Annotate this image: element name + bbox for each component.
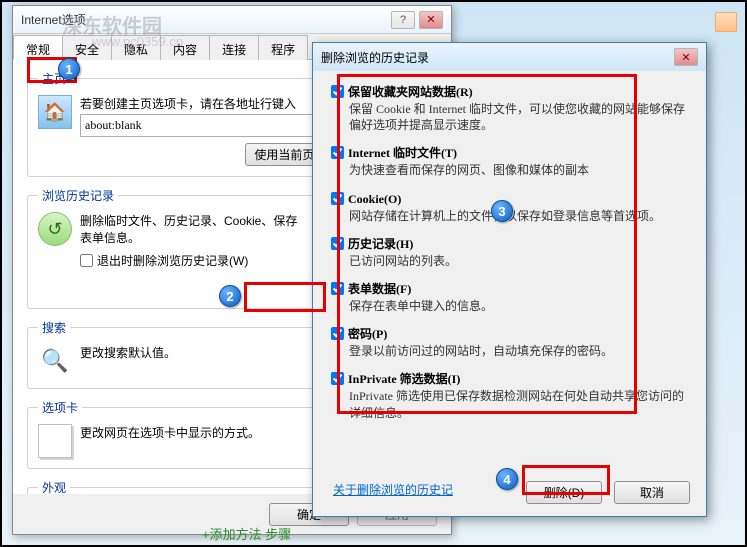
inprivate-checkbox[interactable] (331, 372, 344, 385)
home-icon: 🏠 (38, 95, 72, 129)
temp-files-checkbox[interactable] (331, 146, 344, 159)
confirm-delete-button[interactable]: 删除(D) (526, 481, 602, 504)
cookie-desc: 网站存储在计算机上的文件，以保存如登录信息等首选项。 (349, 208, 688, 224)
inprivate-desc: InPrivate 筛选使用已保存数据检测网站在何处自动共享您访问的详细信息。 (349, 388, 688, 420)
tab-security[interactable]: 安全 (62, 35, 112, 60)
delete-dialog-close-button[interactable]: ✕ (674, 48, 698, 66)
search-instruction: 更改搜索默认值。 (80, 344, 176, 361)
cookie-label: Cookie(O) (348, 192, 401, 206)
inprivate-label: InPrivate 筛选数据(I) (348, 372, 460, 386)
close-button[interactable]: ✕ (419, 11, 443, 29)
preserve-favorites-checkbox[interactable] (331, 85, 344, 98)
annotation-4: 4 (496, 468, 518, 490)
delete-on-exit-checkbox[interactable] (80, 254, 93, 267)
delete-history-dialog: 删除浏览的历史记录 ✕ 保留收藏夹网站数据(R) 保留 Cookie 和 Inte… (312, 42, 707, 517)
preserve-favorites-label: 保留收藏夹网站数据(R) (348, 85, 473, 99)
appearance-legend: 外观 (38, 479, 70, 494)
help-button[interactable]: ? (391, 11, 415, 29)
history-label: 历史记录(H) (348, 237, 413, 251)
about-delete-link[interactable]: 关于删除浏览的历史记 (333, 481, 453, 498)
dialog-title: Internet选项 (21, 11, 86, 28)
preserve-favorites-desc: 保留 Cookie 和 Internet 临时文件，可以使您收藏的网站能够保存偏… (349, 101, 688, 133)
search-legend: 搜索 (38, 319, 70, 336)
history-desc: 已访问网站的列表。 (349, 253, 688, 269)
dialog-titlebar: Internet选项 ? ✕ (13, 6, 451, 34)
annotation-2: 2 (219, 285, 241, 307)
rss-icon (715, 12, 737, 32)
form-data-checkbox[interactable] (331, 282, 344, 295)
delete-dialog-titlebar: 删除浏览的历史记录 ✕ (313, 43, 706, 71)
annotation-3: 3 (491, 200, 513, 222)
form-data-desc: 保存在表单中键入的信息。 (349, 298, 688, 314)
history-icon: ↺ (38, 212, 72, 246)
tabs-icon (38, 424, 72, 458)
tabs-legend: 选项卡 (38, 399, 82, 416)
form-data-label: 表单数据(F) (348, 282, 411, 296)
temp-files-label: Internet 临时文件(T) (348, 146, 457, 160)
search-icon: 🔍 (38, 344, 72, 378)
tab-connections[interactable]: 连接 (209, 35, 259, 60)
delete-on-exit-label: 退出时删除浏览历史记录(W) (97, 254, 248, 268)
password-checkbox[interactable] (331, 327, 344, 340)
history-legend: 浏览历史记录 (38, 187, 118, 204)
annotation-1: 1 (58, 58, 80, 80)
password-desc: 登录以前访问过的网站时，自动填充保存的密码。 (349, 343, 688, 359)
tab-privacy[interactable]: 隐私 (111, 35, 161, 60)
temp-files-desc: 为快速查看而保存的网页、图像和媒体的副本 (349, 162, 688, 178)
tab-general[interactable]: 常规 (13, 35, 63, 60)
bottom-hint: +添加方法 步骤 (202, 524, 291, 543)
delete-dialog-title: 删除浏览的历史记录 (321, 49, 429, 66)
tab-content[interactable]: 内容 (160, 35, 210, 60)
cookie-checkbox[interactable] (331, 192, 344, 205)
tab-programs[interactable]: 程序 (258, 35, 308, 60)
password-label: 密码(P) (348, 327, 387, 341)
tabs-instruction: 更改网页在选项卡中显示的方式。 (80, 424, 260, 441)
cancel-delete-button[interactable]: 取消 (614, 481, 690, 504)
history-checkbox[interactable] (331, 237, 344, 250)
